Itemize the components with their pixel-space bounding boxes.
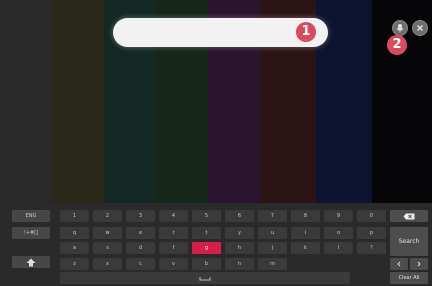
key-p[interactable]: p — [357, 227, 386, 239]
cursor-right-button[interactable] — [410, 258, 428, 270]
backspace-icon — [403, 213, 415, 219]
key-e[interactable]: e — [126, 227, 155, 239]
key-4[interactable]: 4 — [159, 210, 188, 222]
key-v[interactable]: v — [159, 258, 188, 270]
key-b[interactable]: b — [192, 258, 221, 270]
key-q[interactable]: q — [60, 227, 89, 239]
space-icon — [199, 277, 211, 281]
clear-all-button[interactable]: Clear All — [390, 272, 428, 284]
key-h[interactable]: h — [225, 242, 254, 254]
key-j[interactable]: j — [258, 242, 287, 254]
backspace-button[interactable] — [390, 210, 428, 222]
on-screen-keyboard: ENG !+#[] Search Clear All 1 2 3 4 5 6 7… — [0, 203, 432, 286]
chevron-right-icon — [417, 261, 421, 267]
key-a[interactable]: a — [60, 242, 89, 254]
close-icon — [417, 25, 423, 31]
key-2[interactable]: 2 — [93, 210, 122, 222]
key-6[interactable]: 6 — [225, 210, 254, 222]
symbols-key[interactable]: !+#[] — [12, 227, 50, 239]
key-f[interactable]: f — [159, 242, 188, 254]
shift-arrow-icon — [26, 258, 36, 267]
key-o[interactable]: o — [324, 227, 353, 239]
key-7[interactable]: 7 — [258, 210, 287, 222]
tv-screen: 1 2 ENG !+#[] Search Clear All 1 2 3 4 5… — [0, 0, 432, 286]
voice-search-button[interactable] — [392, 20, 408, 36]
color-bar — [52, 0, 104, 203]
key-8[interactable]: 8 — [291, 210, 320, 222]
key-5[interactable]: 5 — [192, 210, 221, 222]
key-0[interactable]: 0 — [357, 210, 386, 222]
key-x[interactable]: x — [93, 258, 122, 270]
cursor-left-button[interactable] — [390, 258, 408, 270]
key-k[interactable]: k — [291, 242, 320, 254]
key-z[interactable]: z — [60, 258, 89, 270]
close-button[interactable] — [412, 20, 428, 36]
key-d[interactable]: d — [126, 242, 155, 254]
key-l[interactable]: l — [324, 242, 353, 254]
key-question[interactable]: ? — [357, 242, 386, 254]
key-m[interactable]: m — [258, 258, 287, 270]
chevron-left-icon — [397, 261, 401, 267]
search-button[interactable]: Search — [390, 227, 428, 256]
key-c[interactable]: c — [126, 258, 155, 270]
key-9[interactable]: 9 — [324, 210, 353, 222]
key-s[interactable]: s — [93, 242, 122, 254]
callout-marker-2: 2 — [387, 35, 407, 55]
microphone-icon — [396, 24, 404, 33]
key-w[interactable]: w — [93, 227, 122, 239]
key-g[interactable]: g — [192, 242, 221, 254]
language-key[interactable]: ENG — [12, 210, 50, 222]
shift-key[interactable] — [12, 256, 50, 268]
callout-marker-1: 1 — [296, 22, 316, 42]
color-bar — [0, 0, 52, 203]
space-bar[interactable] — [60, 272, 350, 284]
key-3[interactable]: 3 — [126, 210, 155, 222]
key-r[interactable]: r — [159, 227, 188, 239]
key-1[interactable]: 1 — [60, 210, 89, 222]
key-y[interactable]: y — [225, 227, 254, 239]
key-i[interactable]: i — [291, 227, 320, 239]
key-u[interactable]: u — [258, 227, 287, 239]
key-t[interactable]: t — [192, 227, 221, 239]
key-n[interactable]: n — [225, 258, 254, 270]
